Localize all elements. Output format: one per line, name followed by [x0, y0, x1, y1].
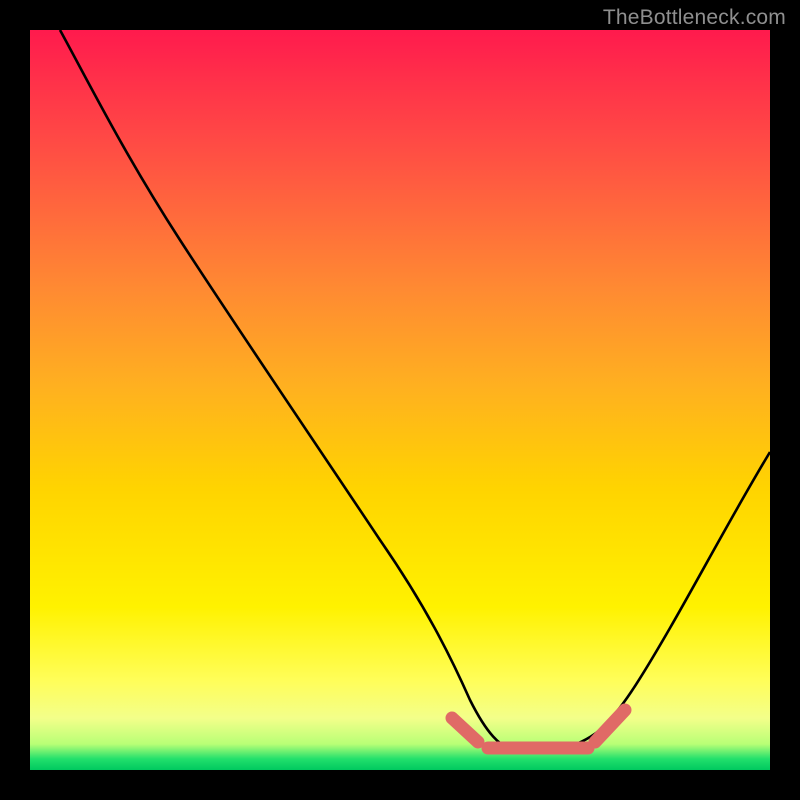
chart-svg	[30, 30, 770, 770]
bottleneck-curve	[60, 30, 770, 752]
plot-area	[30, 30, 770, 770]
chart-frame: TheBottleneck.com	[0, 0, 800, 800]
watermark-text: TheBottleneck.com	[603, 6, 786, 30]
